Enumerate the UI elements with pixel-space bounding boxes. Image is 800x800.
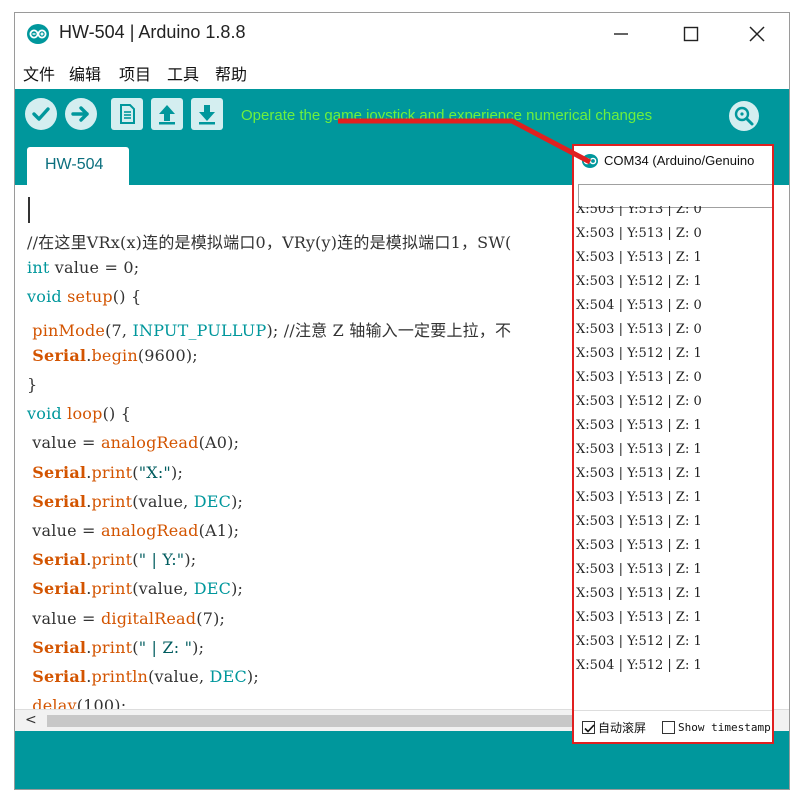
title-bar: HW-504 | Arduino 1.8.8 (15, 13, 789, 55)
minimize-icon (614, 33, 628, 35)
code-line: //在这里VRx(x)连的是模拟端口0，VRy(y)连的是模拟端口1，SW( (27, 233, 512, 252)
arduino-logo-icon (27, 24, 49, 44)
serial-output-line: X:504 | Y:512 | Z: 1 (576, 658, 702, 673)
autoscroll-label: 自动滚屏 (598, 721, 647, 735)
close-button[interactable] (727, 13, 787, 55)
serial-output-line: X:503 | Y:512 | Z: 1 (576, 346, 702, 361)
save-sketch-button[interactable] (191, 98, 223, 130)
tab-label: HW-504 (45, 156, 104, 173)
serial-output-line: X:504 | Y:513 | Z: 0 (576, 298, 702, 313)
serial-output-line: X:503 | Y:513 | Z: 1 (576, 610, 702, 625)
open-sketch-button[interactable] (151, 98, 183, 130)
serial-output-line: X:503 | Y:512 | Z: 0 (576, 394, 702, 409)
code-line: Serial.print(value, DEC); (32, 491, 244, 511)
menu-tools[interactable]: 工具 (167, 61, 199, 85)
checkmark-icon (584, 724, 595, 733)
open-icon (159, 105, 175, 125)
code-line: Serial.print(" | Y:"); (32, 550, 197, 570)
menu-bar: 文件 编辑 项目 工具 帮助 (15, 57, 789, 87)
serial-output-line: X:503 | Y:513 | Z: 1 (576, 250, 702, 265)
verify-icon (32, 107, 50, 121)
serial-output-line: X:503 | Y:513 | Z: 0 (576, 370, 702, 385)
window-title: HW-504 | Arduino 1.8.8 (59, 22, 246, 42)
new-sketch-button[interactable] (111, 98, 143, 130)
code-line: Serial.print("X:"); (32, 462, 184, 482)
serial-monitor-title: COM34 (Arduino/Genuino (604, 153, 755, 168)
serial-output-line: X:503 | Y:513 | Z: 1 (576, 442, 702, 457)
code-line: Serial.println(value, DEC); (32, 667, 259, 686)
code-line: delay(100); (32, 696, 127, 709)
maximize-button[interactable] (661, 13, 721, 55)
code-line: pinMode(7, INPUT_PULLUP); //注意 Z 轴输入一定要上… (32, 320, 512, 340)
code-line: } (27, 375, 38, 394)
serial-output-line: X:503 | Y:513 | Z: 0 (576, 226, 702, 241)
serial-output-line: X:503 | Y:513 | Z: 1 (576, 514, 702, 529)
serial-output-line: X:503 | Y:513 | Z: 1 (576, 418, 702, 433)
toolbar: Operate the game joystick and experience… (15, 89, 789, 143)
serial-output-line: X:503 | Y:512 | Z: 1 (576, 634, 702, 649)
code-line: void setup() { (27, 287, 142, 307)
close-icon (749, 26, 765, 42)
menu-help[interactable]: 帮助 (215, 61, 247, 85)
code-line: void loop() { (27, 404, 132, 424)
minimize-button[interactable] (591, 13, 651, 55)
serial-monitor-title-bar: COM34 (Arduino/Genuino (574, 146, 772, 176)
maximize-icon (683, 26, 699, 42)
show-timestamp-label: Show timestamp (678, 721, 771, 734)
code-line: value = digitalRead(7); (27, 608, 226, 628)
autoscroll-checkbox[interactable] (582, 721, 595, 734)
code-line: int value = 0; (27, 258, 140, 278)
menu-file[interactable]: 文件 (23, 61, 55, 85)
annotation-caption: Operate the game joystick and experience… (241, 107, 653, 124)
serial-output-line: X:503 | Y:513 | Z: 1 (576, 490, 702, 505)
serial-output-line: X:503 | Y:513 | Z: 1 (576, 586, 702, 601)
serial-output-line: X:503 | Y:513 | Z: 0 (576, 322, 702, 337)
menu-edit[interactable]: 编辑 (69, 61, 101, 85)
menu-sketch[interactable]: 项目 (119, 61, 151, 85)
code-line: Serial.print(value, DEC); (32, 579, 244, 599)
show-timestamp-checkbox[interactable] (662, 721, 675, 734)
code-line: Serial.begin(9600); (32, 345, 198, 365)
arduino-logo-icon (582, 154, 598, 168)
scrollbar-thumb[interactable] (47, 715, 587, 727)
serial-monitor-button[interactable] (729, 101, 759, 131)
new-icon (120, 104, 135, 124)
serial-output-line: X:503 | Y:513 | Z: 1 (576, 562, 702, 577)
code-line: Serial.print(" | Z: "); (32, 637, 205, 657)
serial-send-input[interactable] (578, 184, 772, 208)
serial-monitor-icon (734, 106, 754, 126)
text-cursor (28, 197, 30, 223)
tab-hw-504[interactable]: HW-504 (27, 147, 129, 185)
serial-output-line: X:503 | Y:512 | Z: 1 (576, 274, 702, 289)
save-icon (199, 105, 215, 125)
serial-output: X:503 | Y:513 | Z: 0 X:503 | Y:513 | Z: 0… (574, 206, 772, 700)
serial-monitor-window: COM34 (Arduino/Genuino X:503 | Y:513 | Z… (572, 144, 774, 744)
verify-button[interactable] (25, 98, 57, 130)
code-line: value = analogRead(A0); (27, 433, 240, 453)
serial-monitor-footer: 自动滚屏 Show timestamp (574, 710, 772, 742)
code-line: value = analogRead(A1); (27, 521, 240, 540)
upload-button[interactable] (65, 98, 97, 130)
serial-output-line: X:503 | Y:513 | Z: 1 (576, 538, 702, 553)
scroll-left-icon[interactable]: < (25, 712, 37, 728)
serial-output-line: X:503 | Y:513 | Z: 0 (576, 206, 702, 217)
upload-icon (71, 106, 89, 122)
serial-output-line: X:503 | Y:513 | Z: 1 (576, 466, 702, 481)
